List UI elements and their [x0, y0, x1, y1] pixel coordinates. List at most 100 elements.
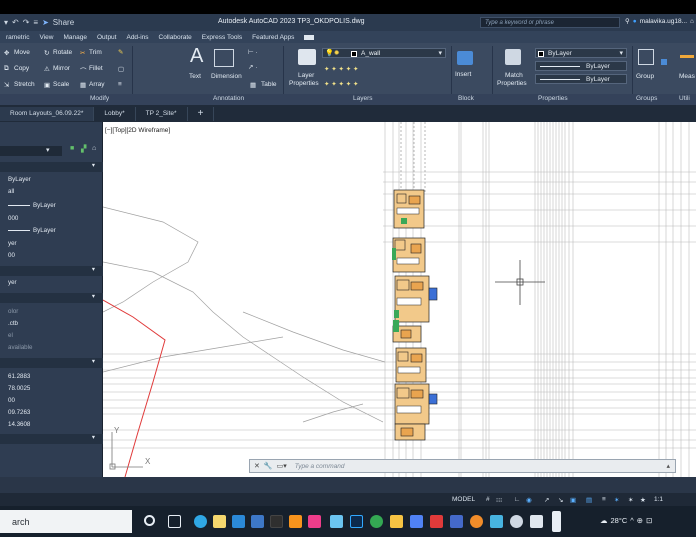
palette-row[interactable]: 78.0025 — [0, 385, 103, 395]
isodraft-icon[interactable]: ↗ — [544, 496, 549, 504]
photoshop-icon[interactable] — [350, 515, 363, 528]
file-tab-tp2-site[interactable]: TP 2_Site* — [136, 106, 188, 121]
cart-icon[interactable]: ⌂ — [690, 18, 694, 25]
layer-tools-icon[interactable]: ✦ ✦ ✦ ✦ ✦ — [324, 65, 358, 73]
explode-icon[interactable]: ▢ — [118, 65, 124, 73]
share-icon[interactable]: ➤ — [42, 18, 49, 27]
search-icon[interactable]: ⚲ — [625, 17, 630, 25]
command-input[interactable]: Type a command — [295, 463, 345, 470]
user-name[interactable]: malavika.ug18... — [640, 18, 687, 25]
command-line[interactable]: ✕ 🔧 ▭▾ Type a command ▴ — [249, 459, 676, 473]
palette-row-lineweight[interactable]: ByLayer — [0, 227, 103, 237]
layer-dropdown[interactable]: 💡✹ A_wall ▾ — [322, 48, 446, 58]
file-explorer-icon[interactable] — [213, 515, 226, 528]
text-icon[interactable]: A — [190, 45, 203, 68]
scale-button[interactable]: Scale — [53, 81, 69, 88]
annotation-visibility-icon[interactable]: ✶ — [628, 496, 633, 504]
linetype-dropdown[interactable]: ByLayer — [535, 61, 627, 71]
match-properties-icon[interactable] — [505, 49, 521, 65]
tab-output[interactable]: Output — [97, 34, 117, 41]
groups-panel-label[interactable]: Groups — [636, 95, 657, 102]
app-icon[interactable] — [251, 515, 264, 528]
lineweight-toggle-icon[interactable]: ≡ — [602, 496, 606, 503]
palette-row[interactable]: el — [0, 332, 103, 342]
palette-row[interactable]: 09.7263 — [0, 409, 103, 419]
tab-collaborate[interactable]: Collaborate — [159, 34, 192, 41]
tab-view[interactable]: View — [39, 34, 53, 41]
match-properties-label-1[interactable]: Match — [505, 72, 523, 79]
block-panel-label[interactable]: Block — [458, 95, 474, 102]
annotation-monitor-icon[interactable]: ✶ — [614, 496, 619, 504]
taskbar-search[interactable]: arch — [0, 510, 132, 533]
otrack-icon[interactable]: ▣ — [570, 496, 576, 504]
modify-panel-label[interactable]: Modify — [90, 95, 109, 102]
group-button[interactable]: Group — [636, 73, 654, 80]
palette-row[interactable]: 00 — [0, 252, 103, 262]
insert-button[interactable]: Insert — [455, 71, 471, 78]
palette-row[interactable]: 000 — [0, 215, 103, 225]
selection-cycling-icon[interactable]: ▤ — [586, 496, 592, 504]
grid-icon[interactable]: # — [486, 496, 490, 503]
annotation-scale-value[interactable]: 1:1 — [654, 496, 663, 503]
polar-icon[interactable]: ◉ — [526, 496, 532, 504]
quick-select-icon[interactable]: ■ — [70, 145, 74, 152]
app-separator-icon[interactable] — [270, 515, 283, 528]
color-dropdown[interactable]: ByLayer ▾ — [535, 48, 627, 58]
measure-button[interactable]: Meas — [679, 73, 695, 80]
group-edit-icon[interactable] — [661, 59, 667, 65]
file-tab-room-layouts[interactable]: Room Layouts_06.09.22* — [0, 106, 95, 121]
osnap-icon[interactable]: ↘ — [558, 496, 563, 504]
user-account[interactable]: ⚲ ● malavika.ug18... ⌂ — [625, 17, 694, 26]
customize-icon[interactable]: ≡ — [33, 18, 38, 27]
match-properties-label-2[interactable]: Properties — [497, 80, 527, 87]
text-button[interactable]: Text — [189, 73, 201, 80]
recent-commands-icon[interactable]: ▭▾ — [277, 462, 287, 470]
palette-row[interactable]: available — [0, 344, 103, 354]
trim-button[interactable]: Trim — [89, 49, 102, 56]
table-button[interactable]: Table — [261, 81, 277, 88]
new-tab-button[interactable]: + — [188, 106, 215, 121]
model-space-button[interactable]: MODEL — [452, 496, 475, 503]
drawing-canvas[interactable]: [−][Top][2D Wireframe] Y X — [103, 122, 696, 477]
task-view-icon[interactable] — [168, 515, 181, 528]
palette-row[interactable]: ByLayer — [0, 176, 103, 186]
illustrator-icon[interactable] — [289, 515, 302, 528]
palette-row[interactable]: yer — [0, 279, 103, 289]
layer-properties-label-1[interactable]: Layer — [298, 72, 314, 79]
edge-browser-icon[interactable] — [194, 515, 207, 528]
palette-section-header[interactable]: ▾ — [0, 162, 103, 172]
dropdown-arrow-icon[interactable]: ▾ — [4, 18, 8, 27]
palette-row-linetype[interactable]: ByLayer — [0, 202, 103, 212]
stretch-button[interactable]: Stretch — [14, 81, 35, 88]
app-icon[interactable] — [510, 515, 523, 528]
leader-icon[interactable]: ⊢ · — [248, 48, 258, 56]
tab-featured-apps[interactable]: Featured Apps — [252, 34, 294, 41]
move-button[interactable]: Move — [14, 49, 30, 56]
store-icon[interactable] — [232, 515, 245, 528]
cortana-icon[interactable] — [144, 515, 155, 526]
chevron-down-icon[interactable]: ▾ — [46, 146, 50, 154]
ortho-icon[interactable]: ∟ — [514, 496, 520, 503]
palette-row[interactable]: .ctb — [0, 320, 103, 330]
wrench-icon[interactable]: 🔧 — [264, 462, 273, 470]
pickadd-icon[interactable]: ⌂ — [92, 145, 96, 152]
tray-icon[interactable]: ⊕ — [637, 516, 643, 525]
redo-icon[interactable]: ↷ — [23, 18, 30, 27]
palette-row[interactable]: olor — [0, 308, 103, 318]
photos-icon[interactable] — [490, 515, 503, 528]
select-objects-icon[interactable]: ▞ — [81, 145, 86, 153]
autocad-icon[interactable] — [430, 515, 443, 528]
indesign-icon[interactable] — [308, 515, 321, 528]
palette-section-header[interactable]: ▾ — [0, 266, 103, 276]
annotation-scale-icon[interactable]: ★ — [640, 496, 646, 504]
viewport-controls[interactable]: [−][Top][2D Wireframe] — [105, 127, 170, 134]
lineweight-dropdown[interactable]: ByLayer — [535, 74, 627, 84]
snap-icon[interactable]: ⁝⁝⁝ — [496, 496, 502, 504]
mirror-button[interactable]: Mirror — [53, 65, 70, 72]
utilities-panel-label[interactable]: Utili — [679, 95, 690, 102]
chrome-icon[interactable] — [370, 515, 383, 528]
chevron-up-icon[interactable]: ^ — [630, 516, 634, 525]
tray-icon[interactable]: ⊡ — [646, 516, 652, 525]
offset-icon[interactable]: ≡ — [118, 81, 122, 88]
palette-section-header[interactable]: ▾ — [0, 293, 103, 303]
